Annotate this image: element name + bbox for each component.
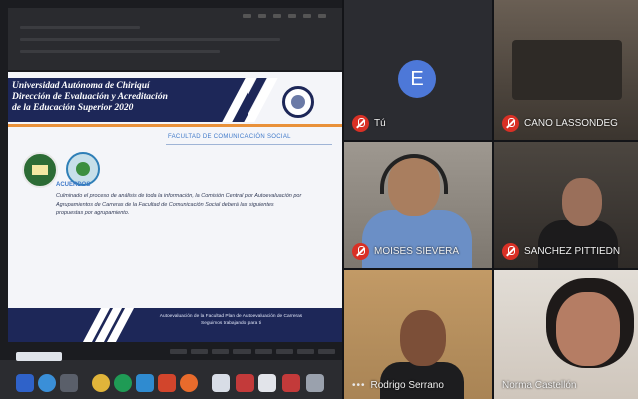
app-icon[interactable] — [258, 374, 276, 392]
slide-header: Universidad Autónoma de Chiriquí Direcci… — [8, 78, 342, 122]
app-icon[interactable] — [16, 374, 34, 392]
more-icon[interactable]: ••• — [352, 380, 366, 391]
person-head — [562, 178, 602, 226]
slide-title: Universidad Autónoma de Chiriquí Direcci… — [12, 81, 168, 114]
app-icon[interactable] — [236, 374, 254, 392]
app-icon[interactable] — [282, 374, 300, 392]
participant-tile[interactable]: Norma Castellón — [494, 270, 638, 399]
avatar: E — [398, 60, 436, 98]
slide-title-line-1: Universidad Autónoma de Chiriquí — [12, 81, 150, 91]
participant-tile[interactable]: MOISES SIEVERA — [344, 142, 492, 268]
slide-title-line-3: de la Educación Superior 2020 — [12, 103, 134, 113]
participant-tile[interactable]: CANO LASSONDEG — [494, 0, 638, 140]
participant-label: MOISES SIEVERA — [352, 243, 459, 260]
participant-label: ••• Rodrigo Serrano — [352, 380, 444, 391]
footer-right-line-2: Seguimos trabajando para ti — [201, 320, 261, 326]
participant-name: CANO LASSONDEG — [524, 118, 618, 129]
participant-label: CANO LASSONDEG — [502, 115, 618, 132]
participant-label: SANCHEZ PITTIEDN — [502, 243, 620, 260]
agreements-text: Culminado el proceso de análisis de toda… — [56, 193, 302, 217]
faculty-label: FACULTAD DE COMUNICACIÓN SOCIAL — [168, 134, 291, 140]
app-icon[interactable] — [38, 374, 56, 392]
globe-logo-icon — [66, 152, 100, 186]
app-icon[interactable] — [114, 374, 132, 392]
agreements-heading: ACUERDOS — [56, 182, 91, 188]
app-icon[interactable] — [60, 374, 78, 392]
app-icon[interactable] — [180, 374, 198, 392]
participant-tile[interactable]: SANCHEZ PITTIEDN — [494, 142, 638, 268]
slide-title-line-2: Dirección de Evaluación y Acreditación — [12, 92, 168, 102]
screen-share-area: Universidad Autónoma de Chiriquí Direcci… — [0, 0, 342, 399]
participant-name: Rodrigo Serrano — [370, 380, 444, 391]
presentation-slide: Universidad Autónoma de Chiriquí Direcci… — [8, 72, 342, 342]
mic-off-icon — [502, 243, 519, 260]
mic-off-icon — [502, 115, 519, 132]
participant-name: Tú — [374, 118, 386, 129]
accent-bar — [8, 124, 342, 127]
participant-name: Norma Castellón — [502, 380, 577, 391]
person-head — [556, 292, 620, 366]
window-controls[interactable] — [243, 14, 326, 18]
participant-tile[interactable]: E Tú — [344, 0, 492, 140]
slide-toolbar[interactable] — [170, 349, 335, 354]
person-head — [400, 310, 446, 366]
taskbar — [0, 352, 342, 399]
video-call-window: Universidad Autónoma de Chiriquí Direcci… — [0, 0, 638, 399]
browser-icon[interactable] — [92, 374, 110, 392]
app-icon[interactable] — [212, 374, 230, 392]
faculty-logo-icon — [22, 152, 58, 188]
slide-footer: Autoevaluación de la Facultad Plan de Au… — [8, 308, 342, 342]
mic-off-icon — [352, 115, 369, 132]
participant-name: SANCHEZ PITTIEDN — [524, 246, 621, 257]
university-seal-icon — [282, 86, 314, 118]
video-feed — [512, 40, 622, 100]
trash-icon[interactable] — [306, 374, 324, 392]
taskbar-search-input[interactable] — [16, 352, 62, 361]
mic-off-icon — [352, 243, 369, 260]
app-icon[interactable] — [158, 374, 176, 392]
participant-label: Tú — [352, 115, 386, 132]
browser-toolbar — [8, 8, 342, 70]
participant-tile[interactable]: ••• Rodrigo Serrano — [344, 270, 492, 399]
participant-label: Norma Castellón — [502, 380, 576, 391]
app-icon[interactable] — [136, 374, 154, 392]
footer-right-text: Autoevaluación de la Facultad Plan de Au… — [126, 314, 336, 327]
participant-name: MOISES SIEVERA — [374, 246, 460, 257]
